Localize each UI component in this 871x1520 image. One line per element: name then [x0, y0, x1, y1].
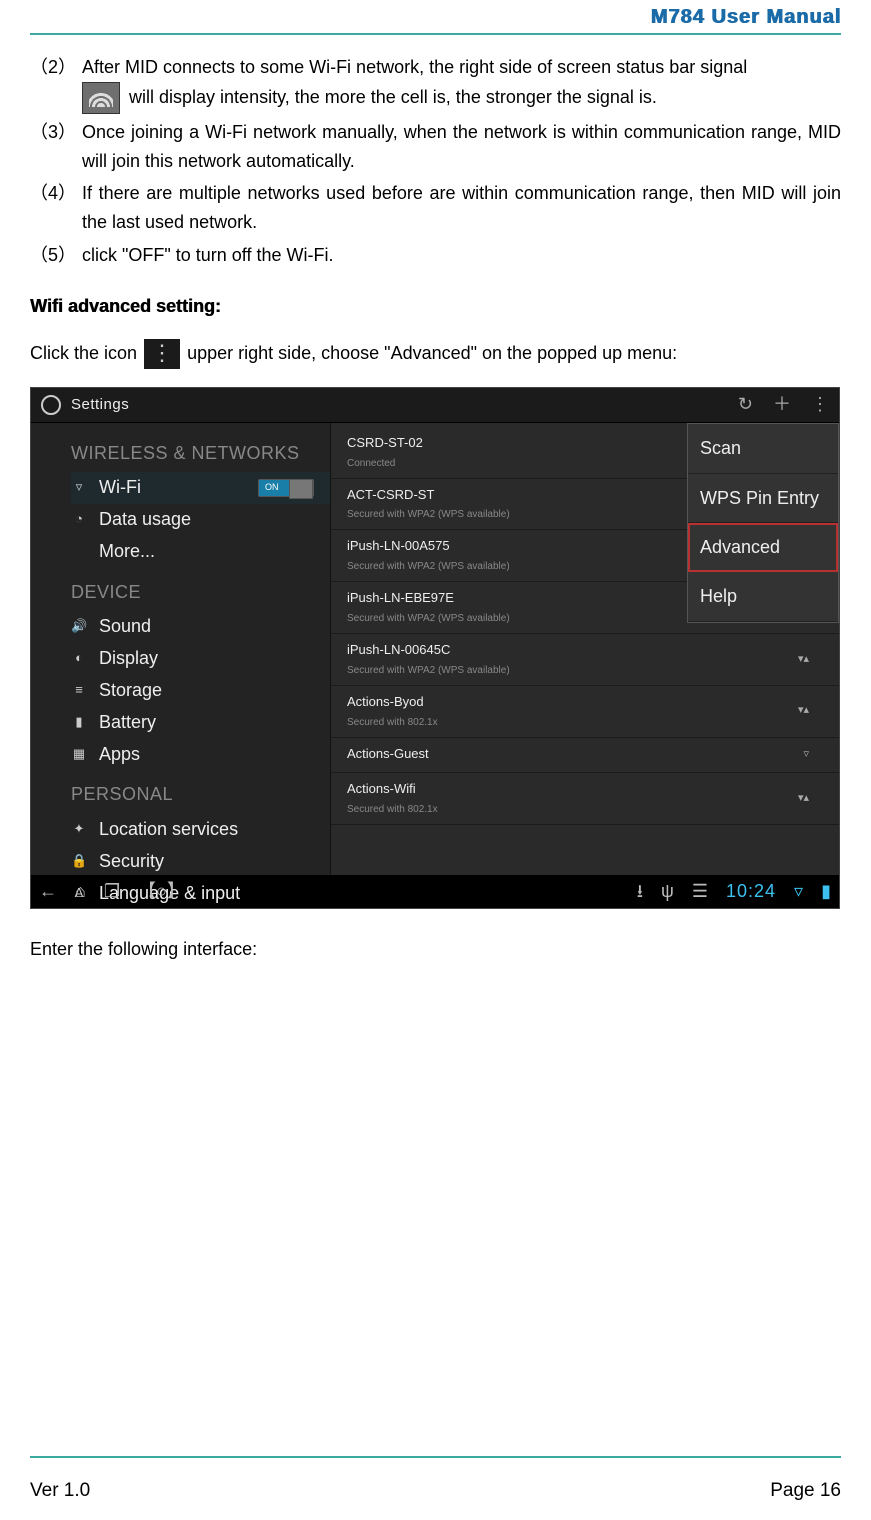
- overflow-menu-button[interactable]: ⋮: [811, 390, 829, 419]
- signal-icon: ▾▴: [798, 790, 809, 808]
- sidebar-item-wifi[interactable]: ▿ Wi-Fi ON: [71, 472, 330, 504]
- nav-home-icon[interactable]: ⌂: [75, 877, 86, 906]
- network-row[interactable]: Actions-WifiSecured with 802.1x▾▴: [331, 773, 839, 825]
- sidebar-item-display[interactable]: ◐Display: [71, 642, 330, 674]
- section-title: Wifi advanced setting:: [30, 292, 841, 321]
- list-item-3: （3） Once joining a Wi-Fi network manuall…: [30, 118, 841, 176]
- network-row[interactable]: Actions-ByodSecured with 802.1x▾▴: [331, 686, 839, 738]
- sidebar-item-apps[interactable]: ▦Apps: [71, 738, 330, 770]
- system-navbar: ← ⌂ ❐ 【○】 ⭳ ψ ☰ 10:24 ▿ ▮: [31, 875, 839, 909]
- location-icon: ✦: [71, 819, 87, 840]
- advanced-intro: Click the icon upper right side, choose …: [30, 339, 841, 369]
- footer-page: Page 16: [770, 1480, 841, 1502]
- advanced-intro-a: Click the icon: [30, 343, 142, 363]
- dropdown-item-scan[interactable]: Scan: [688, 424, 838, 474]
- sidebar-wifi-label: Wi-Fi: [99, 473, 141, 502]
- refresh-icon[interactable]: ↻: [738, 390, 753, 419]
- action-bar-title: Settings: [71, 393, 129, 417]
- overflow-menu-icon: [144, 339, 180, 369]
- list-item-2-part2: will display intensity, the more the cel…: [129, 87, 657, 107]
- status-download-icon: ⭳: [637, 877, 643, 906]
- sidebar-item-storage[interactable]: ≡Storage: [71, 674, 330, 706]
- status-debug-icon: ☰: [692, 877, 708, 906]
- add-network-icon[interactable]: ＋: [773, 390, 791, 419]
- storage-icon: ≡: [71, 680, 87, 701]
- lock-icon: 🔒: [71, 851, 87, 872]
- wifi-network-list: CSRD-ST-02Connected ACT-CSRD-STSecured w…: [331, 423, 839, 875]
- list-item-4: （4） If there are multiple networks used …: [30, 179, 841, 237]
- dropdown-item-wps[interactable]: WPS Pin Entry: [688, 474, 838, 524]
- sidebar-item-data-usage[interactable]: ◔ Data usage: [71, 504, 330, 536]
- sidebar-item-sound[interactable]: 🔊Sound: [71, 610, 330, 642]
- status-clock: 10:24: [726, 877, 776, 906]
- list-item-3-body: Once joining a Wi-Fi network manually, w…: [82, 118, 841, 176]
- nav-recent-icon[interactable]: ❐: [104, 877, 120, 906]
- wifi-icon: ▿: [71, 477, 87, 498]
- footer-version: Ver 1.0: [30, 1480, 90, 1502]
- status-wifi-icon: ▿: [794, 877, 803, 906]
- dropdown-item-advanced[interactable]: Advanced: [688, 523, 838, 572]
- wireless-section-label: WIRELESS & NETWORKS: [71, 439, 330, 468]
- list-item-5: （5） click "OFF" to turn off the Wi-Fi.: [30, 241, 841, 270]
- data-usage-icon: ◔: [71, 509, 87, 530]
- list-num-3: （3）: [30, 118, 82, 176]
- sidebar-data-label: Data usage: [99, 505, 191, 534]
- settings-sidebar: WIRELESS & NETWORKS ▿ Wi-Fi ON ◔ Data us…: [31, 423, 331, 875]
- wifi-toggle[interactable]: ON: [258, 479, 314, 497]
- sidebar-item-more[interactable]: More...: [71, 536, 330, 568]
- list-item-2-part1: After MID connects to some Wi-Fi network…: [82, 57, 747, 77]
- list-item-5-body: click "OFF" to turn off the Wi-Fi.: [82, 241, 841, 270]
- status-usb-icon: ψ: [661, 877, 674, 906]
- body-content: （2） After MID connects to some Wi-Fi net…: [30, 53, 841, 964]
- sidebar-item-battery[interactable]: ▮Battery: [71, 706, 330, 738]
- doc-footer: Ver 1.0 Page 16: [30, 1480, 841, 1502]
- dropdown-item-help[interactable]: Help: [688, 572, 838, 622]
- network-row[interactable]: Actions-Guest▿: [331, 738, 839, 774]
- nav-screenshot-icon[interactable]: 【○】: [138, 877, 185, 906]
- doc-header: M784 User Manual: [30, 0, 841, 29]
- sound-icon: 🔊: [71, 616, 87, 637]
- settings-gear-icon: [41, 395, 61, 415]
- list-item-4-body: If there are multiple networks used befo…: [82, 179, 841, 237]
- nav-back-icon[interactable]: ←: [39, 877, 57, 906]
- personal-section-label: PERSONAL: [71, 780, 330, 809]
- android-settings-screenshot: Settings ↻ ＋ ⋮ WIRELESS & NETWORKS ▿ Wi-…: [30, 387, 840, 909]
- signal-icon: ▿: [803, 746, 809, 764]
- enter-interface-text: Enter the following interface:: [30, 935, 841, 964]
- apps-icon: ▦: [71, 744, 87, 765]
- sidebar-item-location[interactable]: ✦Location services: [71, 813, 330, 845]
- display-icon: ◐: [71, 648, 87, 669]
- wifi-signal-icon: [82, 82, 120, 114]
- header-rule: [30, 33, 841, 35]
- sidebar-item-security[interactable]: 🔒Security: [71, 845, 330, 877]
- network-row[interactable]: iPush-LN-00645CSecured with WPA2 (WPS av…: [331, 634, 839, 686]
- list-num-5: （5）: [30, 241, 82, 270]
- list-num-4: （4）: [30, 179, 82, 237]
- action-bar: Settings ↻ ＋ ⋮: [31, 388, 839, 423]
- signal-icon: ▾▴: [798, 651, 809, 669]
- list-item-2: （2） After MID connects to some Wi-Fi net…: [30, 53, 841, 114]
- sidebar-more-label: More...: [99, 537, 155, 566]
- list-num-2: （2）: [30, 53, 82, 114]
- advanced-intro-b: upper right side, choose "Advanced" on t…: [187, 343, 677, 363]
- battery-icon: ▮: [71, 712, 87, 733]
- overflow-dropdown: Scan WPS Pin Entry Advanced Help: [687, 423, 839, 623]
- device-section-label: DEVICE: [71, 578, 330, 607]
- signal-icon: ▾▴: [798, 702, 809, 720]
- status-battery-icon: ▮: [821, 877, 831, 906]
- footer-rule: [30, 1456, 841, 1458]
